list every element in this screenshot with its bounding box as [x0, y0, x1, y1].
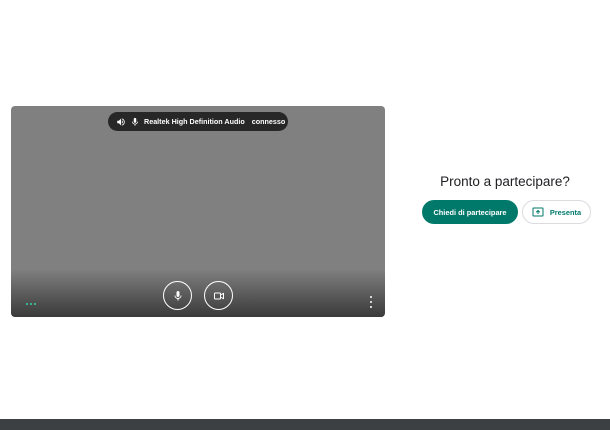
mic-icon	[132, 117, 138, 126]
audio-device-name: Realtek High Definition Audio	[144, 117, 245, 126]
bottom-bar	[0, 419, 610, 430]
present-button-label: Presenta	[549, 207, 582, 217]
microphone-toggle-button[interactable]	[163, 281, 192, 310]
camera-preview: Realtek High Definition Audio connesso	[11, 106, 385, 317]
audio-device-chip: Realtek High Definition Audio connesso	[108, 112, 288, 131]
mic-icon	[174, 290, 181, 300]
audio-level-indicator	[26, 303, 36, 305]
present-screen-icon	[532, 207, 544, 217]
camera-toggle-button[interactable]	[204, 281, 233, 310]
present-button[interactable]: Presenta	[522, 200, 591, 224]
preview-gradient	[11, 269, 385, 317]
audio-device-status: connesso	[251, 117, 286, 126]
videocam-icon	[213, 292, 224, 299]
more-options-icon[interactable]	[367, 296, 375, 308]
ready-to-join-title: Pronto a partecipare?	[440, 174, 570, 189]
speaker-icon	[117, 117, 125, 126]
ask-to-join-button[interactable]: Chiedi di partecipare	[422, 200, 518, 224]
